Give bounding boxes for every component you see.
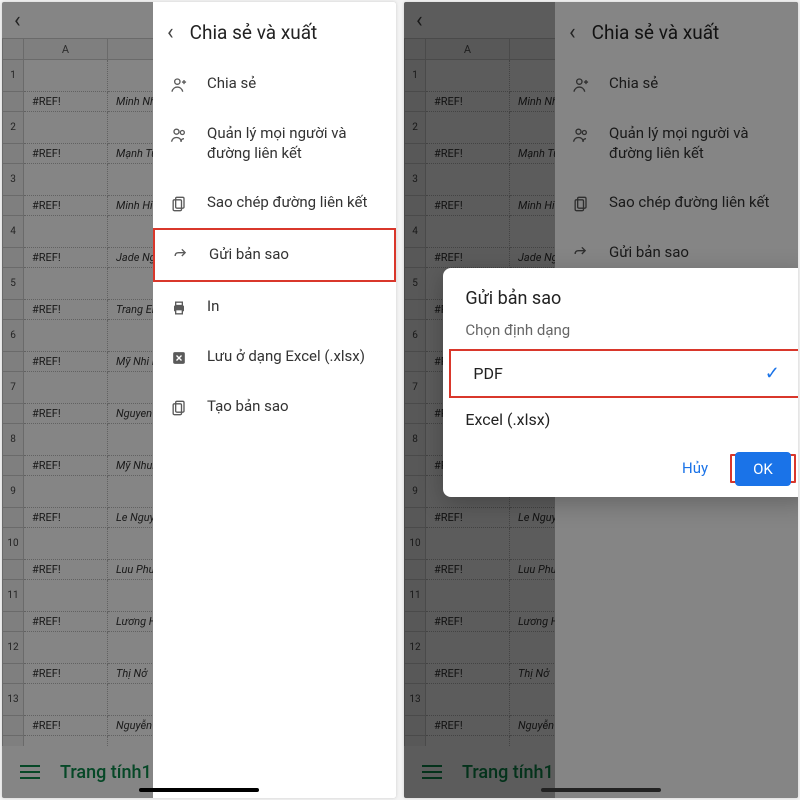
- menu-item-make-copy[interactable]: Tạo bản sao: [153, 382, 396, 432]
- left-phone-screenshot: ‹ A B 1#REF!Minh Nhật Huỳn2#REF!Mạnh Tùn…: [2, 2, 396, 798]
- send-copy-dialog: Gửi bản sao Chọn định dạng PDF ✓ Excel (…: [443, 268, 798, 497]
- dialog-option-pdf[interactable]: PDF ✓: [451, 351, 798, 396]
- share-export-panel: ‹ Chia sẻ và xuất Chia sẻ Quản lý mọi ng…: [153, 2, 396, 798]
- dialog-title: Gửi bản sao: [443, 288, 798, 315]
- menu-item-share[interactable]: Chia sẻ: [153, 59, 396, 109]
- person-add-icon: [169, 75, 189, 95]
- make-copy-icon: [169, 398, 189, 418]
- right-phone-screenshot: ‹ A B 1#REF!Minh Nhật Huỳn2#REF!Mạnh Tùn…: [404, 2, 798, 798]
- option-label: PDF: [473, 364, 502, 383]
- menu-item-print[interactable]: In: [153, 282, 396, 332]
- print-icon: [169, 298, 189, 318]
- send-copy-icon: [171, 246, 191, 266]
- menu-item-manage[interactable]: Quản lý mọi người và đường liên kết: [153, 109, 396, 178]
- option-label: Excel (.xlsx): [465, 410, 550, 429]
- home-indicator: [139, 788, 259, 792]
- check-icon: ✓: [765, 363, 780, 384]
- menu-label: Quản lý mọi người và đường liên kết: [207, 123, 380, 164]
- back-icon[interactable]: ‹: [167, 20, 174, 45]
- menu-label: Gửi bản sao: [209, 244, 378, 264]
- panel-title: Chia sẻ và xuất: [190, 21, 318, 44]
- people-icon: [169, 125, 189, 145]
- ok-button[interactable]: OK: [735, 452, 791, 486]
- menu-label: Lưu ở dạng Excel (.xlsx): [207, 346, 380, 366]
- menu-item-copy-link[interactable]: Sao chép đường liên kết: [153, 178, 396, 228]
- menu-label: Tạo bản sao: [207, 396, 380, 416]
- copy-link-icon: [169, 194, 189, 214]
- menu-item-send-copy[interactable]: Gửi bản sao: [153, 228, 396, 282]
- menu-label: In: [207, 296, 380, 316]
- dialog-subtitle: Chọn định dạng: [443, 315, 798, 349]
- menu-label: Chia sẻ: [207, 73, 380, 93]
- menu-label: Sao chép đường liên kết: [207, 192, 380, 212]
- dialog-option-excel[interactable]: Excel (.xlsx): [443, 398, 798, 441]
- cancel-button[interactable]: Hủy: [668, 451, 722, 485]
- home-indicator: [541, 788, 661, 792]
- menu-item-save-excel[interactable]: Lưu ở dạng Excel (.xlsx): [153, 332, 396, 382]
- excel-icon: [169, 348, 189, 368]
